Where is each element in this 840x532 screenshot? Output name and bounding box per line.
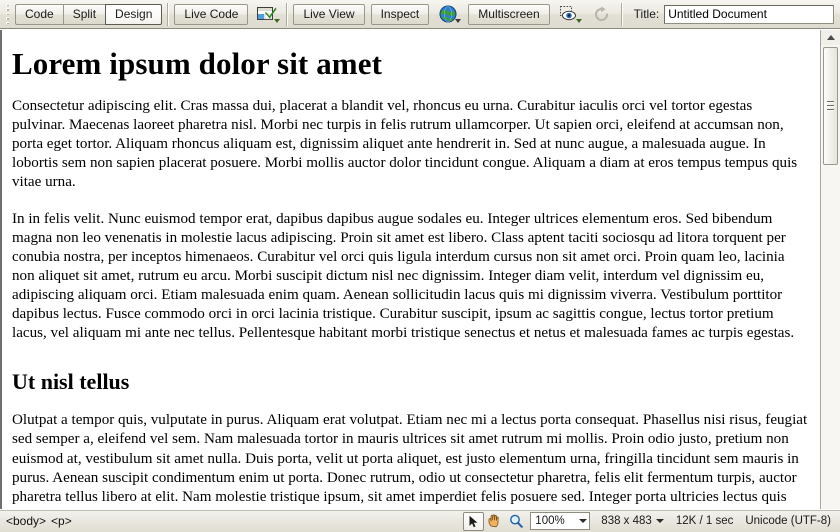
vertical-scrollbar[interactable]	[820, 30, 840, 509]
toolbar-divider-1	[167, 2, 170, 26]
live-view-button[interactable]: Live View	[293, 3, 365, 25]
view-mode-split-button[interactable]: Split	[62, 3, 106, 25]
chevron-up-icon	[826, 35, 835, 40]
window-size-selector[interactable]: 838 x 483	[595, 515, 670, 527]
status-bar-right: 100% 838 x 483 12K / 1 sec Unicode (UTF-…	[463, 510, 837, 532]
view-mode-design-button[interactable]: Design	[105, 3, 163, 25]
browser-check-dropdown-caret[interactable]	[274, 19, 281, 23]
browser-check-icon[interactable]	[253, 3, 281, 25]
hand-pan-glyph	[488, 514, 499, 528]
canvas-tool-group	[463, 511, 526, 531]
design-view-canvas[interactable]: Lorem ipsum dolor sit amet Consectetur a…	[0, 30, 820, 509]
document-title-input[interactable]	[664, 4, 834, 24]
page-paragraph-2: In in felis velit. Nunc euismod tempor e…	[12, 210, 795, 342]
document-area: Lorem ipsum dolor sit amet Consectetur a…	[0, 29, 840, 509]
scroll-up-button[interactable]	[821, 30, 840, 45]
document-title-area: Title:	[634, 0, 838, 28]
window-size-chevron-down-icon[interactable]	[655, 519, 664, 523]
select-arrow-icon[interactable]	[463, 511, 485, 531]
encoding-value: Unicode (UTF-8)	[745, 515, 831, 527]
hand-pan-icon[interactable]	[484, 512, 505, 531]
download-size-indicator: 12K / 1 sec	[670, 515, 740, 527]
live-code-button[interactable]: Live Code	[174, 3, 249, 25]
toolbar-drag-handle[interactable]	[3, 3, 12, 25]
select-arrow-glyph	[469, 515, 478, 527]
tag-selector-body[interactable]: <body>	[6, 514, 46, 528]
globe-dropdown-caret[interactable]	[455, 19, 462, 23]
status-bar: <body> <p> 100% 838 x 483 12K / 1 sec Un…	[0, 509, 840, 532]
zoom-magnifier-icon[interactable]	[505, 512, 526, 531]
view-mode-code-button[interactable]: Code	[15, 3, 63, 25]
zoom-chevron-down-icon[interactable]	[579, 519, 588, 523]
title-label: Title:	[633, 7, 660, 21]
dreamweaver-window: Code Split Design Live Code Live View In…	[0, 0, 840, 532]
multiscreen-button[interactable]: Multiscreen	[468, 3, 550, 25]
scrollbar-grip-icon	[827, 101, 834, 111]
tag-selector: <body> <p>	[6, 514, 72, 528]
encoding-indicator: Unicode (UTF-8)	[739, 515, 837, 527]
globe-icon[interactable]	[434, 3, 462, 25]
toolbar-divider-2	[286, 2, 289, 26]
page-paragraph-3: Olutpat a tempor quis, vulputate in puru…	[12, 412, 808, 509]
zoom-level-value: 100%	[535, 515, 565, 527]
page-heading-1: Lorem ipsum dolor sit amet	[12, 46, 382, 81]
visual-aids-eye-icon[interactable]	[555, 3, 583, 25]
inspect-button[interactable]: Inspect	[370, 3, 430, 25]
refresh-glyph	[595, 5, 609, 21]
toolbar-divider-3	[620, 2, 623, 26]
window-size-value: 838 x 483	[601, 515, 652, 527]
refresh-icon[interactable]	[588, 3, 616, 25]
zoom-magnifier-glyph	[509, 514, 523, 528]
scrollbar-track[interactable]	[821, 45, 840, 509]
view-mode-button-group: Code Split Design	[15, 3, 163, 25]
page-heading-2: Ut nisl tellus	[12, 368, 130, 394]
zoom-level-combobox[interactable]: 100%	[530, 512, 591, 530]
scrollbar-thumb[interactable]	[823, 47, 838, 165]
visual-aids-dropdown-caret[interactable]	[575, 19, 582, 23]
page-paragraph-1: Consectetur adipiscing elit. Cras massa …	[12, 97, 798, 191]
tag-selector-p[interactable]: <p>	[51, 514, 72, 528]
download-size-value: 12K / 1 sec	[675, 515, 734, 527]
document-toolbar: Code Split Design Live Code Live View In…	[0, 0, 840, 29]
